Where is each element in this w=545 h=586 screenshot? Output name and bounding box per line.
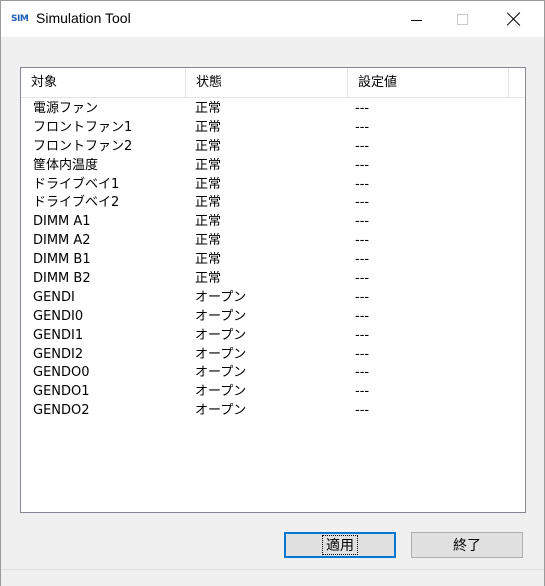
item-status: オープン bbox=[195, 346, 247, 362]
column-header-target[interactable]: 対象 bbox=[21, 68, 186, 97]
list-item[interactable]: GENDO0 オープン --- bbox=[21, 364, 525, 383]
simulation-tool-window: SIM Simulation Tool 対象 状態 設定値 電源ファン 正常 ---… bbox=[0, 0, 545, 586]
item-target: GENDO2 bbox=[33, 403, 90, 419]
maximize-button[interactable] bbox=[439, 1, 485, 37]
item-status: オープン bbox=[195, 365, 247, 381]
item-status: オープン bbox=[195, 308, 247, 324]
item-setting: --- bbox=[355, 384, 370, 400]
item-setting: --- bbox=[355, 365, 370, 381]
item-setting: --- bbox=[355, 214, 370, 230]
item-status: 正常 bbox=[195, 176, 222, 192]
item-setting: --- bbox=[355, 403, 370, 419]
item-status: 正常 bbox=[195, 252, 222, 268]
column-header-status[interactable]: 状態 bbox=[186, 68, 348, 97]
item-status: 正常 bbox=[195, 271, 222, 287]
item-target: GENDI bbox=[33, 289, 75, 305]
item-setting: --- bbox=[355, 327, 370, 343]
app-icon: SIM bbox=[11, 14, 29, 24]
list-item[interactable]: GENDI1 オープン --- bbox=[21, 327, 525, 346]
list-rows: 電源ファン 正常 --- フロントファン1 正常 --- フロントファン2 正常 --- 筐体内温… bbox=[21, 100, 525, 421]
list-item[interactable]: ドライブベイ1 正常 --- bbox=[21, 176, 525, 195]
minimize-button[interactable] bbox=[393, 1, 439, 37]
item-setting: --- bbox=[355, 233, 370, 249]
status-bar bbox=[1, 569, 544, 586]
list-item[interactable]: GENDO2 オープン --- bbox=[21, 402, 525, 421]
item-status: オープン bbox=[195, 403, 247, 419]
list-item[interactable]: GENDI2 オープン --- bbox=[21, 346, 525, 365]
item-status: 正常 bbox=[195, 195, 222, 211]
item-target: ドライブベイ2 bbox=[33, 195, 120, 211]
list-item[interactable]: DIMM A1 正常 --- bbox=[21, 213, 525, 232]
window-title: Simulation Tool bbox=[36, 10, 131, 26]
item-setting: --- bbox=[355, 157, 370, 173]
item-target: フロントファン2 bbox=[33, 138, 133, 154]
item-status: 正常 bbox=[195, 157, 222, 173]
list-header: 対象 状態 設定値 bbox=[21, 68, 525, 98]
item-setting: --- bbox=[355, 252, 370, 268]
minimize-icon bbox=[410, 19, 422, 21]
item-target: GENDI0 bbox=[33, 308, 84, 324]
apply-button[interactable]: 適用 bbox=[284, 532, 396, 558]
item-setting: --- bbox=[355, 346, 370, 362]
list-item[interactable]: GENDI0 オープン --- bbox=[21, 308, 525, 327]
item-target: DIMM A1 bbox=[33, 214, 91, 230]
title-bar[interactable]: SIM Simulation Tool bbox=[1, 1, 544, 37]
list-item[interactable]: 電源ファン 正常 --- bbox=[21, 100, 525, 119]
list-item[interactable]: GENDI オープン --- bbox=[21, 289, 525, 308]
item-target: DIMM B1 bbox=[33, 252, 91, 268]
list-item[interactable]: GENDO1 オープン --- bbox=[21, 383, 525, 402]
item-setting: --- bbox=[355, 138, 370, 154]
item-status: 正常 bbox=[195, 101, 222, 116]
item-setting: --- bbox=[355, 289, 370, 305]
exit-button[interactable]: 終了 bbox=[411, 532, 523, 558]
item-setting: --- bbox=[355, 101, 370, 116]
item-target: GENDI2 bbox=[33, 346, 84, 362]
item-status: オープン bbox=[195, 384, 247, 400]
maximize-icon bbox=[456, 13, 468, 25]
item-setting: --- bbox=[355, 271, 370, 287]
sensor-list-view[interactable]: 対象 状態 設定値 電源ファン 正常 --- フロントファン1 正常 --- フロントファン… bbox=[20, 67, 526, 513]
list-item[interactable]: DIMM A2 正常 --- bbox=[21, 232, 525, 251]
column-header-setting[interactable]: 設定値 bbox=[348, 68, 509, 97]
list-item[interactable]: DIMM B1 正常 --- bbox=[21, 251, 525, 270]
apply-button-label: 適用 bbox=[322, 535, 358, 555]
item-target: GENDO1 bbox=[33, 384, 90, 400]
item-status: 正常 bbox=[195, 233, 222, 249]
item-setting: --- bbox=[355, 176, 370, 192]
item-target: DIMM A2 bbox=[33, 233, 91, 249]
item-target: GENDI1 bbox=[33, 327, 84, 343]
item-setting: --- bbox=[355, 119, 370, 135]
item-target: フロントファン1 bbox=[33, 119, 133, 135]
item-setting: --- bbox=[355, 195, 370, 211]
item-status: 正常 bbox=[195, 214, 222, 230]
item-setting: --- bbox=[355, 308, 370, 324]
close-button[interactable] bbox=[491, 1, 537, 37]
list-item[interactable]: 筐体内温度 正常 --- bbox=[21, 157, 525, 176]
item-target: ドライブベイ1 bbox=[33, 176, 120, 192]
item-target: DIMM B2 bbox=[33, 271, 91, 287]
item-status: オープン bbox=[195, 289, 247, 305]
item-status: 正常 bbox=[195, 119, 222, 135]
list-item[interactable]: ドライブベイ2 正常 --- bbox=[21, 194, 525, 213]
close-icon bbox=[507, 12, 521, 26]
list-item[interactable]: DIMM B2 正常 --- bbox=[21, 270, 525, 289]
item-target: 電源ファン bbox=[33, 101, 99, 116]
item-target: GENDO0 bbox=[33, 365, 90, 381]
item-status: オープン bbox=[195, 327, 247, 343]
list-item[interactable]: フロントファン2 正常 --- bbox=[21, 138, 525, 157]
list-item[interactable]: フロントファン1 正常 --- bbox=[21, 119, 525, 138]
item-target: 筐体内温度 bbox=[33, 157, 99, 173]
item-status: 正常 bbox=[195, 138, 222, 154]
